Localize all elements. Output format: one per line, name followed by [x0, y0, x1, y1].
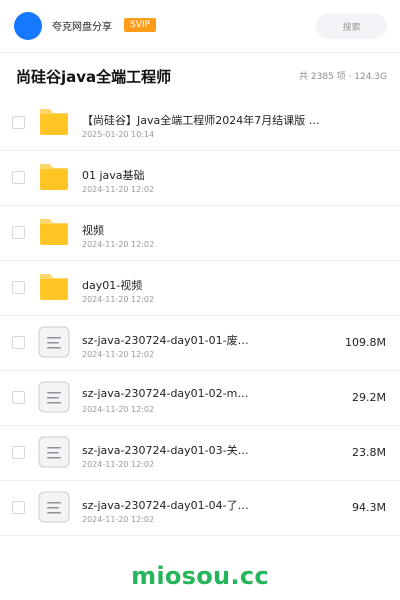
file-size: 109.8M [345, 336, 386, 349]
row-checkbox[interactable] [12, 281, 25, 294]
row-checkbox[interactable] [12, 226, 25, 239]
share-brand-label: 夸克网盘分享 [52, 22, 112, 33]
file-date: 2024-11-20 12:02 [82, 240, 155, 249]
row-checkbox[interactable] [12, 336, 25, 349]
file-row[interactable]: sz-java-230724-day01-04-了… 2024-11-20 12… [0, 481, 400, 536]
file-name[interactable]: sz-java-230724-day01-04-了… [82, 497, 249, 513]
row-checkbox[interactable] [12, 391, 25, 404]
file-date: 2024-11-20 12:02 [82, 350, 155, 359]
file-size: 94.3M [352, 501, 386, 514]
row-checkbox[interactable] [12, 501, 25, 514]
file-row[interactable]: day01-视频 2024-11-20 12:02 [0, 261, 400, 316]
search-button[interactable]: 搜索 [316, 13, 387, 39]
document-icon [38, 381, 70, 413]
file-list: 【尚硅谷】Java全端工程师2024年7月结课版 … 2025-01-20 10… [0, 96, 400, 536]
file-row[interactable]: sz-java-230724-day01-03-关… 2024-11-20 12… [0, 426, 400, 481]
file-date: 2024-11-20 12:02 [82, 460, 155, 469]
file-row[interactable]: 【尚硅谷】Java全端工程师2024年7月结课版 … 2025-01-20 10… [0, 96, 400, 151]
svip-badge: SVIP [124, 18, 156, 32]
folder-icon [38, 271, 70, 303]
title-bar: 尚硅谷java全端工程师 共 2385 项 · 124.3G [0, 52, 400, 97]
top-header: 夸克网盘分享 SVIP 搜索 [0, 0, 400, 53]
file-date: 2024-11-20 12:02 [82, 405, 155, 414]
row-checkbox[interactable] [12, 116, 25, 129]
file-name[interactable]: 视频 [82, 222, 104, 238]
file-date: 2024-11-20 12:02 [82, 515, 155, 524]
folder-summary: 共 2385 项 · 124.3G [299, 72, 387, 82]
file-date: 2025-01-20 10:14 [82, 130, 155, 139]
watermark-text: miosou.cc [131, 562, 269, 590]
folder-icon [38, 216, 70, 248]
document-icon [38, 491, 70, 523]
document-icon [38, 326, 70, 358]
file-name[interactable]: sz-java-230724-day01-01-废… [82, 332, 249, 348]
file-name[interactable]: day01-视频 [82, 277, 142, 293]
file-date: 2024-11-20 12:02 [82, 295, 155, 304]
file-row[interactable]: sz-java-230724-day01-01-废… 2024-11-20 12… [0, 316, 400, 371]
file-size: 29.2M [352, 391, 386, 404]
file-row[interactable]: 01 java基础 2024-11-20 12:02 [0, 151, 400, 206]
row-checkbox[interactable] [12, 171, 25, 184]
file-name[interactable]: sz-java-230724-day01-03-关… [82, 442, 249, 458]
avatar[interactable] [14, 12, 42, 40]
folder-icon [38, 106, 70, 138]
file-name[interactable]: 01 java基础 [82, 167, 145, 183]
file-name[interactable]: sz-java-230724-day01-02-m… [82, 387, 248, 400]
document-icon [38, 436, 70, 468]
file-date: 2024-11-20 12:02 [82, 185, 155, 194]
file-row[interactable]: sz-java-230724-day01-02-m… 2024-11-20 12… [0, 371, 400, 426]
file-size: 23.8M [352, 446, 386, 459]
page-title: 尚硅谷java全端工程师 [16, 68, 172, 86]
file-row[interactable]: 视频 2024-11-20 12:02 [0, 206, 400, 261]
row-checkbox[interactable] [12, 446, 25, 459]
file-name[interactable]: 【尚硅谷】Java全端工程师2024年7月结课版 … [82, 112, 320, 128]
folder-icon [38, 161, 70, 193]
